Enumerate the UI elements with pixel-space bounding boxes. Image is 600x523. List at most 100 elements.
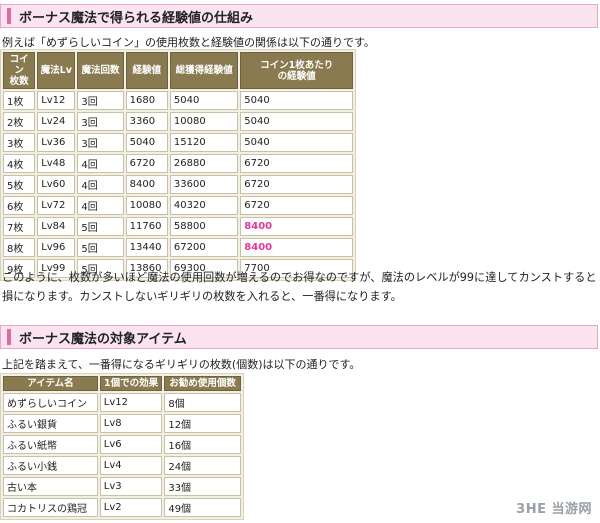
table-row: 2枚 Lv24 3回 3360 10080 5040	[3, 112, 353, 131]
table-cell: Lv12	[37, 91, 76, 110]
column-header: コイン 枚数	[3, 52, 36, 89]
table-cell: 3枚	[3, 133, 36, 152]
table-cell: Lv6	[99, 435, 163, 454]
table-cell: Lv36	[37, 133, 76, 152]
table-row: 3枚 Lv36 3回 5040 15120 5040	[3, 133, 353, 152]
table-cell: 8400	[240, 217, 353, 236]
table-cell: 10080	[125, 196, 168, 215]
section-title: ボーナス魔法の対象アイテム	[19, 331, 187, 347]
table-cell: Lv4	[99, 456, 163, 475]
items-table: アイテム名 1個での効果 お勧め使用個数 めずらしいコイン Lv12 8個 ふるい銀貨 Lv…	[0, 373, 244, 520]
table-cell: 8400	[125, 175, 168, 194]
heading-accent-bar	[7, 8, 11, 24]
table-cell: ふるい銀貨	[3, 414, 98, 433]
table-cell: 8個	[164, 393, 241, 412]
exp-table: コイン 枚数 魔法Lv 魔法回数 経験値 総獲得経験値 コイン1枚あたり の経験値 1枚 Lv1…	[0, 49, 356, 281]
table-cell: 11760	[125, 217, 168, 236]
table-cell: 7枚	[3, 217, 36, 236]
table-cell: 15120	[169, 133, 239, 152]
table-row: 古い本 Lv3 33個	[3, 477, 241, 496]
table-cell: 5回	[77, 217, 124, 236]
table-cell: 1680	[125, 91, 168, 110]
table-header-row: アイテム名 1個での効果 お勧め使用個数	[3, 376, 241, 391]
table-cell: Lv96	[37, 238, 76, 257]
table-cell: 6720	[125, 154, 168, 173]
table-header-row: コイン 枚数 魔法Lv 魔法回数 経験値 総獲得経験値 コイン1枚あたり の経験値	[3, 52, 353, 89]
table-row: コカトリスの鶏冠 Lv2 49個	[3, 498, 241, 517]
table-cell: Lv8	[99, 414, 163, 433]
table-cell: Lv12	[99, 393, 163, 412]
table-cell: Lv48	[37, 154, 76, 173]
table-cell: 12個	[164, 414, 241, 433]
table-cell: 24個	[164, 456, 241, 475]
table-cell: 33個	[164, 477, 241, 496]
table-cell: 40320	[169, 196, 239, 215]
table-cell: Lv2	[99, 498, 163, 517]
table-cell: 10080	[169, 112, 239, 131]
table-cell: 13440	[125, 238, 168, 257]
table-cell: 3回	[77, 133, 124, 152]
table-cell: 58800	[169, 217, 239, 236]
table-cell: Lv84	[37, 217, 76, 236]
table-cell: 49個	[164, 498, 241, 517]
column-header: 魔法回数	[77, 52, 124, 89]
table-cell: 3回	[77, 112, 124, 131]
table-cell: 5040	[240, 133, 353, 152]
table-cell: 6枚	[3, 196, 36, 215]
table-cell: 26880	[169, 154, 239, 173]
table-cell: Lv60	[37, 175, 76, 194]
intro-text: 上記を踏まえて、一番得になるギリギリの枚数(個数)は以下の通りです。	[2, 358, 361, 371]
table-row: ふるい小銭 Lv4 24個	[3, 456, 241, 475]
section-title: ボーナス魔法で得られる経験値の仕組み	[19, 10, 254, 26]
table-cell: 5040	[240, 91, 353, 110]
table-cell: 5回	[77, 238, 124, 257]
table-cell: 16個	[164, 435, 241, 454]
table-cell: ふるい紙幣	[3, 435, 98, 454]
table-cell: 古い本	[3, 477, 98, 496]
table-row: 5枚 Lv60 4回 8400 33600 6720	[3, 175, 353, 194]
column-header: 魔法Lv	[37, 52, 76, 89]
table-cell: 3回	[77, 91, 124, 110]
table-cell: 8枚	[3, 238, 36, 257]
table-row: 4枚 Lv48 4回 6720 26880 6720	[3, 154, 353, 173]
column-header: コイン1枚あたり の経験値	[240, 52, 353, 89]
table-cell: 3360	[125, 112, 168, 131]
section-heading-exp: ボーナス魔法で得られる経験値の仕組み	[0, 4, 598, 28]
intro-text: 例えば「めずらしいコイン」の使用枚数と経験値の関係は以下の通りです。	[2, 36, 375, 49]
explanation-paragraph: このように、枚数が多いほど魔法の使用回数が増えるのでお得なのですが、魔法のレベル…	[2, 271, 597, 303]
table-cell: 67200	[169, 238, 239, 257]
table-cell: 33600	[169, 175, 239, 194]
table-cell: 6720	[240, 196, 353, 215]
table-cell: 4回	[77, 175, 124, 194]
table-cell: 8400	[240, 238, 353, 257]
table-cell: Lv24	[37, 112, 76, 131]
table-cell: 4枚	[3, 154, 36, 173]
section-heading-items: ボーナス魔法の対象アイテム	[0, 325, 598, 349]
table-row: めずらしいコイン Lv12 8個	[3, 393, 241, 412]
watermark-logo: 3HE 当游网	[516, 502, 592, 517]
table-cell: コカトリスの鶏冠	[3, 498, 98, 517]
table-row: 7枚 Lv84 5回 11760 58800 8400	[3, 217, 353, 236]
column-header: お勧め使用個数	[164, 376, 241, 391]
table-cell: 5040	[240, 112, 353, 131]
column-header: アイテム名	[3, 376, 98, 391]
table-cell: Lv72	[37, 196, 76, 215]
table-row: 6枚 Lv72 4回 10080 40320 6720	[3, 196, 353, 215]
table-cell: 5040	[169, 91, 239, 110]
column-header: 1個での効果	[99, 376, 163, 391]
column-header: 経験値	[125, 52, 168, 89]
heading-accent-bar	[7, 329, 11, 345]
table-cell: ふるい小銭	[3, 456, 98, 475]
table-cell: 2枚	[3, 112, 36, 131]
table-cell: 5040	[125, 133, 168, 152]
column-header: 総獲得経験値	[169, 52, 239, 89]
table-cell: Lv3	[99, 477, 163, 496]
table-cell: めずらしいコイン	[3, 393, 98, 412]
table-row: ふるい紙幣 Lv6 16個	[3, 435, 241, 454]
table-cell: 5枚	[3, 175, 36, 194]
table-row: 1枚 Lv12 3回 1680 5040 5040	[3, 91, 353, 110]
table-cell: 4回	[77, 196, 124, 215]
table-row: ふるい銀貨 Lv8 12個	[3, 414, 241, 433]
table-cell: 6720	[240, 175, 353, 194]
table-cell: 1枚	[3, 91, 36, 110]
